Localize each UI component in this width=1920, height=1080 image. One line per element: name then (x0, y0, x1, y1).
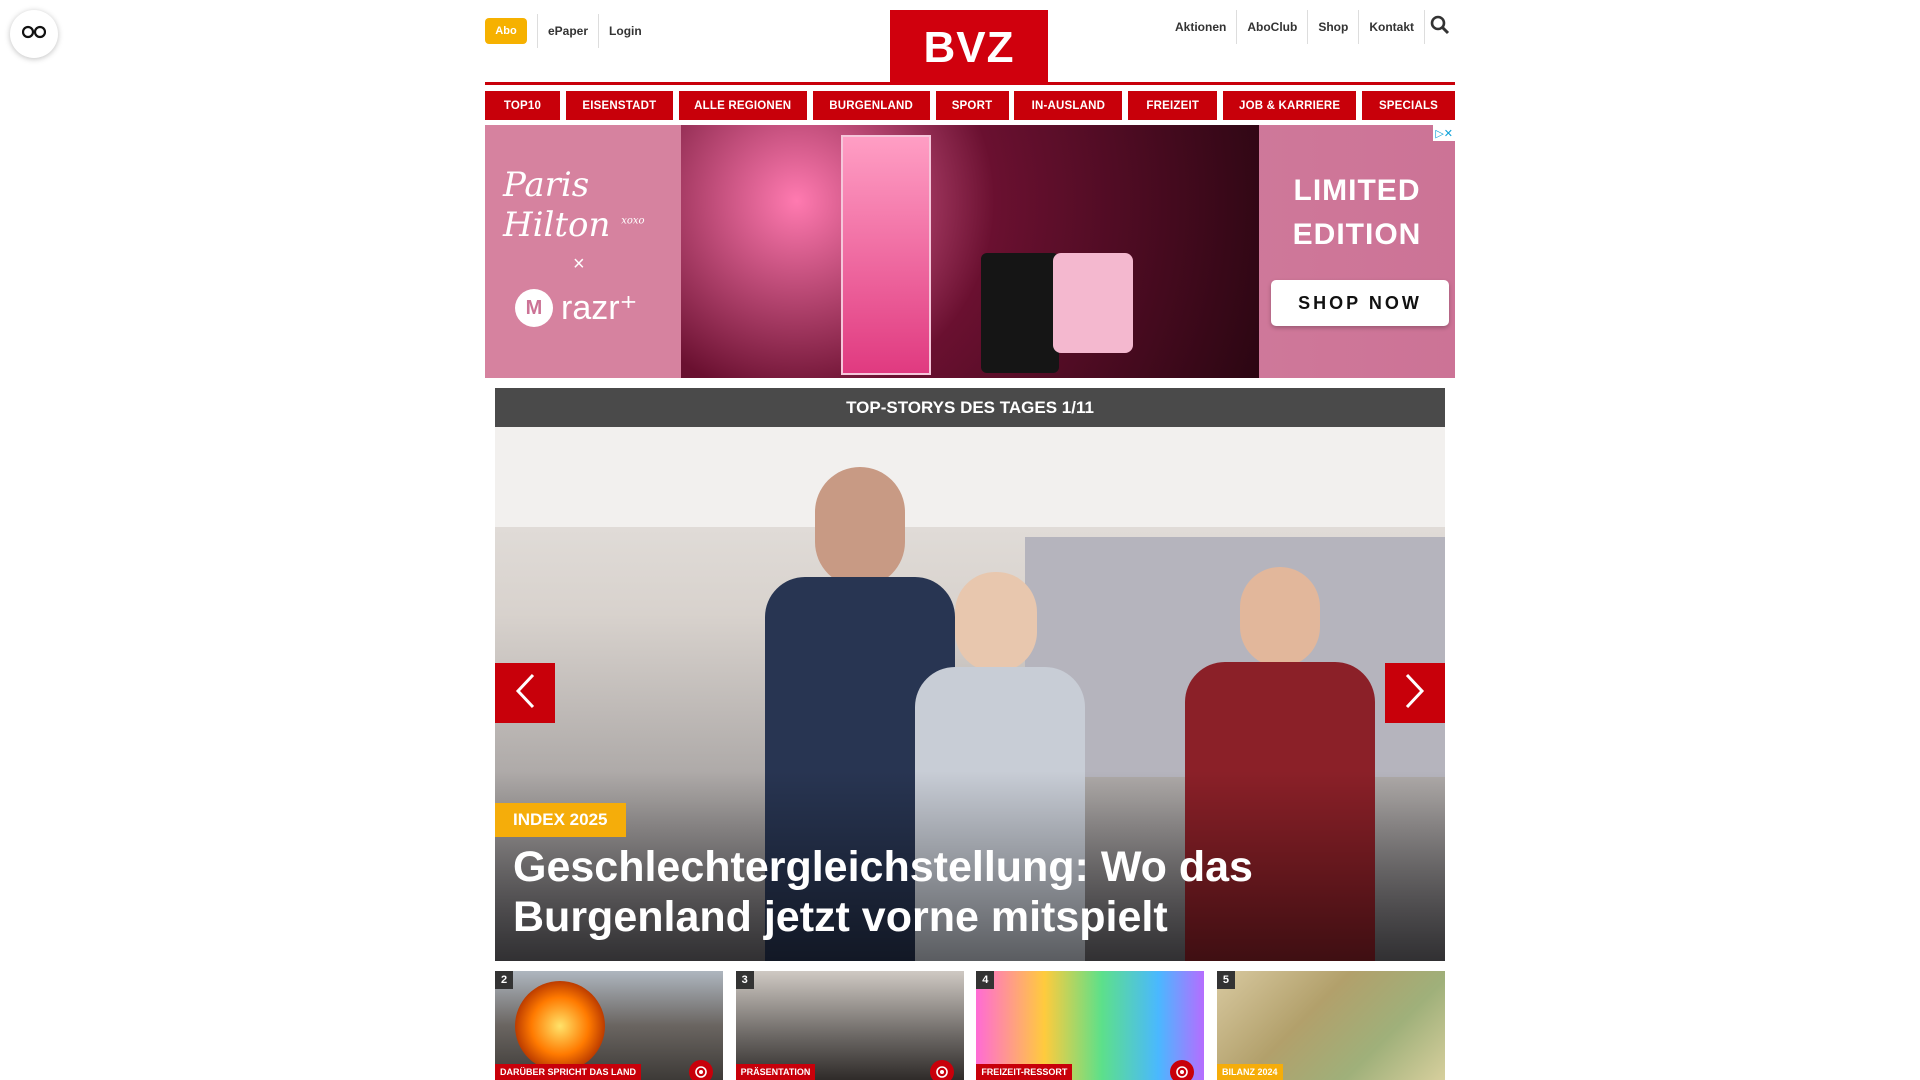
slider-prev-button[interactable] (495, 663, 555, 723)
reader-mode-button[interactable] (10, 10, 58, 58)
ad-headline: LIMITED EDITION (1292, 174, 1422, 251)
top-story-card[interactable]: INDEX 2025 Geschlechtergleichstellung: W… (495, 427, 1445, 961)
story-thumbnails: 2 DARÜBER SPRICHT DAS LAND 3 PRÄSENTATIO… (495, 971, 1445, 1080)
story-headline[interactable]: Geschlechtergleichstellung: Wo das Burge… (513, 842, 1413, 942)
motorola-logo-icon: M (515, 289, 553, 327)
slider-next-button[interactable] (1385, 663, 1445, 723)
camera-icon (929, 1060, 954, 1080)
story-image-background (495, 427, 1445, 527)
ad-product-photo (681, 125, 1259, 378)
thumbnail-tag: FREIZEIT-RESSORT (976, 1064, 1073, 1080)
ad-shop-now-button[interactable]: SHOP NOW (1271, 280, 1449, 326)
top-stories-slider: TOP-STORYS DES TAGES 1/11 INDEX 2025 Ges… (495, 388, 1445, 961)
thumbnail-card[interactable]: 5 BILANZ 2024 (1216, 971, 1445, 1080)
story-kicker: INDEX 2025 (495, 803, 626, 837)
glasses-icon (21, 25, 47, 44)
main-navigation: TOP10 EISENSTADT ALLE REGIONEN BURGENLAN… (485, 91, 1455, 120)
ad-signature: Paris Hilton xoxo (503, 165, 645, 245)
nav-item-eisenstadt[interactable]: EISENSTADT (565, 91, 673, 120)
aboclub-link[interactable]: AboClub (1237, 10, 1307, 44)
slider-title: TOP-STORYS DES TAGES 1/11 (495, 388, 1445, 427)
thumbnail-number: 5 (1216, 971, 1235, 989)
ad-brand-logo: M razr⁺ (515, 288, 638, 328)
header-left-links: Abo ePaper Login (485, 14, 652, 48)
camera-icon (689, 1060, 713, 1080)
nav-item-specials[interactable]: SPECIALS (1362, 91, 1455, 120)
ad-product-phone (981, 253, 1059, 373)
nav-item-alle-regionen[interactable]: ALLE REGIONEN (678, 91, 807, 120)
chevron-right-icon (1404, 672, 1426, 715)
nav-item-top10[interactable]: TOP10 (485, 91, 560, 120)
thumbnail-tag: DARÜBER SPRICHT DAS LAND (495, 1064, 642, 1080)
header-right-links: Aktionen AboClub Shop Kontakt (1165, 10, 1455, 44)
nav-item-sport[interactable]: SPORT (935, 91, 1009, 120)
site-header: Abo ePaper Login BVZ Aktionen AboClub Sh… (485, 0, 1455, 85)
ad-product-bag (1053, 253, 1133, 353)
ad-brand-panel: Paris Hilton xoxo × M razr⁺ (485, 125, 681, 378)
ad-brand-name: razr⁺ (561, 289, 638, 327)
camera-icon (1170, 1060, 1195, 1080)
thumbnail-card[interactable]: 2 DARÜBER SPRICHT DAS LAND (495, 971, 723, 1080)
kontakt-link[interactable]: Kontakt (1359, 10, 1424, 44)
aktionen-link[interactable]: Aktionen (1165, 10, 1236, 44)
epaper-link[interactable]: ePaper (538, 14, 598, 48)
ad-cta-panel: LIMITED EDITION SHOP NOW (1259, 125, 1455, 378)
nav-item-freizeit[interactable]: FREIZEIT (1128, 91, 1218, 120)
abo-button[interactable]: Abo (485, 18, 527, 44)
nav-item-burgenland[interactable]: BURGENLAND (812, 91, 930, 120)
adchoices-icon[interactable]: ▷✕ (1433, 125, 1455, 141)
chevron-left-icon (514, 672, 536, 715)
page: Abo ePaper Login BVZ Aktionen AboClub Sh… (0, 0, 1920, 1080)
thumbnail-number: 2 (495, 971, 513, 989)
site-logo[interactable]: BVZ (890, 10, 1048, 85)
login-link[interactable]: Login (599, 14, 652, 48)
shop-link[interactable]: Shop (1308, 10, 1358, 44)
advertisement-banner[interactable]: Paris Hilton xoxo × M razr⁺ LIMITED EDIT… (485, 125, 1455, 378)
thumbnail-number: 3 (735, 971, 754, 989)
site-container: Abo ePaper Login BVZ Aktionen AboClub Sh… (485, 0, 1455, 1080)
thumbnail-number: 4 (976, 971, 995, 989)
thumbnail-tag: PRÄSENTATION (735, 1064, 816, 1080)
nav-item-job-karriere[interactable]: JOB & KARRIERE (1223, 91, 1357, 120)
search-icon (1430, 15, 1450, 40)
nav-item-in-ausland[interactable]: IN-AUSLAND (1014, 91, 1123, 120)
thumbnail-card[interactable]: 4 FREIZEIT-RESSORT (976, 971, 1205, 1080)
thumbnail-tag: BILANZ 2024 (1216, 1064, 1283, 1080)
ad-cross: × (573, 253, 585, 275)
ad-product-box (841, 135, 931, 375)
thumbnail-image (515, 981, 605, 1071)
search-button[interactable] (1425, 10, 1455, 44)
thumbnail-card[interactable]: 3 PRÄSENTATION (735, 971, 964, 1080)
